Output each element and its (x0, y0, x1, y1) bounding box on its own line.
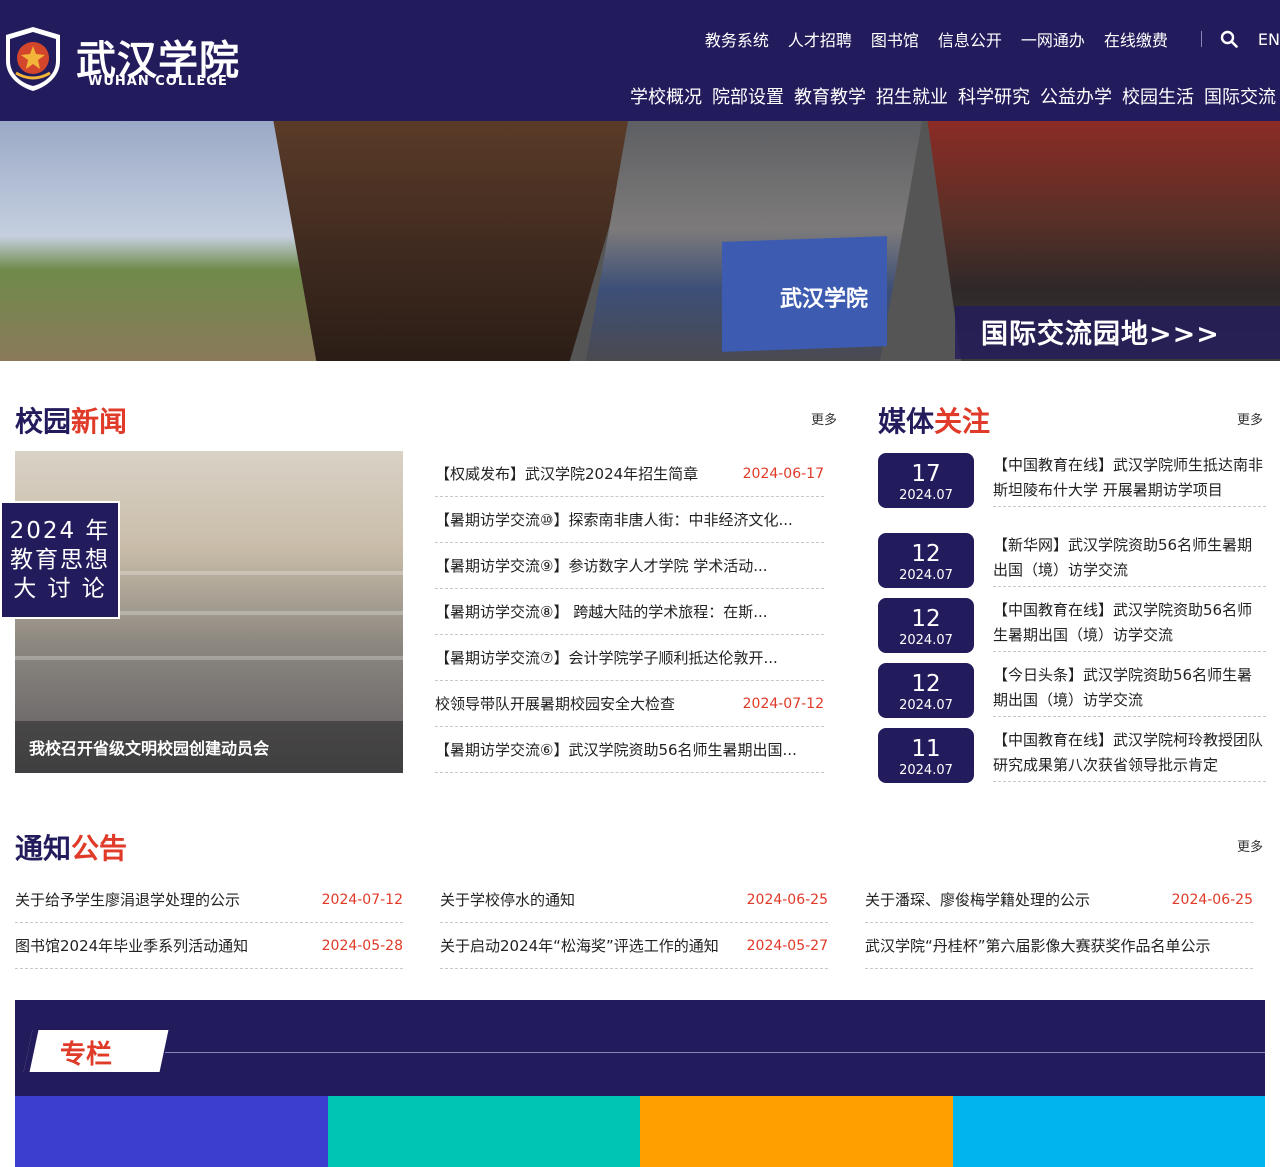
news-item[interactable]: 校领导带队开展暑期校园安全大检查 2024-07-12 (435, 681, 824, 727)
date-box: 12 2024.07 (878, 533, 974, 588)
top-link-recruitment[interactable]: 人才招聘 (788, 27, 852, 51)
notices-more-link[interactable]: 更多 (1237, 836, 1263, 855)
notice-item[interactable]: 关于启动2024年“松海奖”评选工作的通知 2024-05-27 (440, 923, 828, 969)
news-item[interactable]: 【暑期访学交流⑦】会计学院学子顺利抵达伦敦开... (435, 635, 824, 681)
nav-campus-life[interactable]: 校园生活 (1122, 83, 1194, 109)
main-nav: 学校概况 院部设置 教育教学 招生就业 科学研究 公益办学 校园生活 国际交流 (620, 83, 1276, 109)
top-link-one-stop-service[interactable]: 一网通办 (1021, 27, 1085, 51)
top-link-academic-system[interactable]: 教务系统 (705, 27, 769, 51)
top-link-info-disclosure[interactable]: 信息公开 (938, 27, 1002, 51)
date-box: 12 2024.07 (878, 598, 974, 653)
media-focus-title: 媒体关注 (878, 405, 991, 438)
featured-news-caption[interactable]: 我校召开省级文明校园创建动员会 (15, 721, 403, 773)
media-more-link[interactable]: 更多 (1237, 409, 1263, 428)
logo-english-name[interactable]: WUHAN COLLEGE (88, 74, 228, 89)
news-item[interactable]: 【权威发布】武汉学院2024年招生简章 2024-06-17 (435, 451, 824, 497)
nav-international[interactable]: 国际交流 (1204, 83, 1276, 109)
nav-education[interactable]: 教育教学 (794, 83, 866, 109)
special-column-band (15, 1000, 1265, 1096)
hero-banner[interactable]: 武汉学院 国际交流园地>>> (0, 121, 1280, 361)
date-box: 17 2024.07 (878, 453, 974, 508)
notice-item[interactable]: 图书馆2024年毕业季系列活动通知 2024-05-28 (15, 923, 403, 969)
news-item[interactable]: 【暑期访学交流⑥】武汉学院资助56名师生暑期出国... (435, 727, 824, 773)
notice-column: 关于潘琛、廖俊梅学籍处理的公示 2024-06-25 武汉学院“丹桂杯”第六届影像… (865, 877, 1253, 969)
utility-nav: 教务系统 人才招聘 图书馆 信息公开 一网通办 在线缴费 EN (705, 27, 1280, 51)
top-link-library[interactable]: 图书馆 (871, 27, 919, 51)
banner-caption[interactable]: 国际交流园地>>> (955, 306, 1280, 359)
special-column-title: 专栏 (60, 1040, 113, 1070)
education-discussion-badge[interactable]: 2024 年 教育思想 大 讨 论 (0, 501, 120, 619)
special-column-tile[interactable] (952, 1096, 1265, 1167)
flag-text: 武汉学院 (780, 286, 869, 312)
campus-news-title: 校园新闻 (15, 405, 128, 438)
special-column-tiles (15, 1096, 1265, 1167)
search-icon[interactable] (1220, 30, 1238, 48)
notice-column: 关于给予学生廖涓退学处理的公示 2024-07-12 图书馆2024年毕业季系列活… (15, 877, 403, 969)
campus-news-more-link[interactable]: 更多 (811, 409, 837, 428)
nav-research[interactable]: 科学研究 (958, 83, 1030, 109)
site-header: 武汉学院 WUHAN COLLEGE 教务系统 人才招聘 图书馆 信息公开 一网… (0, 0, 1280, 121)
college-emblem-icon[interactable] (2, 25, 64, 93)
date-box: 11 2024.07 (878, 728, 974, 783)
news-item[interactable]: 【暑期访学交流⑩】探索南非唐人街：中非经济文化... (435, 497, 824, 543)
special-column-divider (165, 1052, 1265, 1053)
special-column-tile[interactable] (15, 1096, 328, 1167)
notices-title: 通知公告 (15, 832, 128, 865)
campus-news-list: 【权威发布】武汉学院2024年招生简章 2024-06-17 【暑期访学交流⑩】探… (435, 451, 824, 773)
top-link-online-payment[interactable]: 在线缴费 (1104, 27, 1168, 51)
nav-admissions[interactable]: 招生就业 (876, 83, 948, 109)
notice-item[interactable]: 关于学校停水的通知 2024-06-25 (440, 877, 828, 923)
special-column-tile[interactable] (640, 1096, 953, 1167)
nav-departments[interactable]: 院部设置 (712, 83, 784, 109)
notice-column: 关于学校停水的通知 2024-06-25 关于启动2024年“松海奖”评选工作的通… (440, 877, 828, 969)
notice-item[interactable]: 关于潘琛、廖俊梅学籍处理的公示 2024-06-25 (865, 877, 1253, 923)
special-column-tile[interactable] (327, 1096, 640, 1167)
nav-school-overview[interactable]: 学校概况 (630, 83, 702, 109)
nav-divider (1200, 31, 1202, 47)
language-switch-en[interactable]: EN (1258, 30, 1280, 49)
news-item[interactable]: 【暑期访学交流⑨】参访数字人才学院 学术活动... (435, 543, 824, 589)
notice-item[interactable]: 武汉学院“丹桂杯”第六届影像大赛获奖作品名单公示 (865, 923, 1253, 969)
date-box: 12 2024.07 (878, 663, 974, 718)
banner-photo-parade (0, 121, 325, 361)
nav-public-welfare[interactable]: 公益办学 (1040, 83, 1112, 109)
news-item[interactable]: 【暑期访学交流⑧】 跨越大陆的学术旅程：在斯... (435, 589, 824, 635)
notice-item[interactable]: 关于给予学生廖涓退学处理的公示 2024-07-12 (15, 877, 403, 923)
